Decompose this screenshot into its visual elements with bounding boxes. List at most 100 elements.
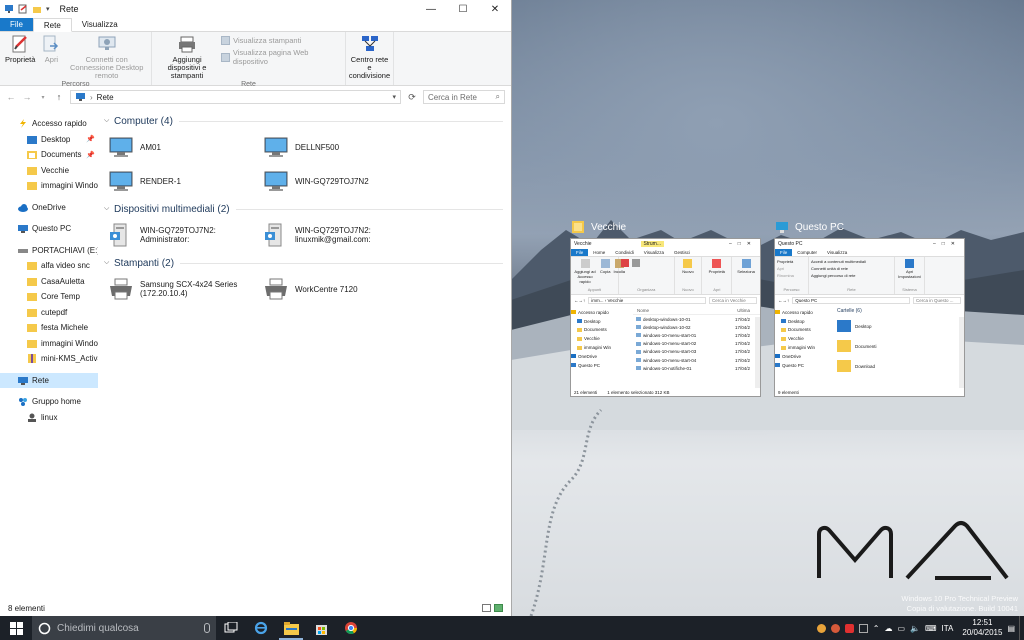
nav-casa[interactable]: CasaAuletta: [0, 274, 98, 290]
thumb-tab: File: [775, 249, 793, 256]
refresh-icon[interactable]: ⟳: [407, 92, 417, 103]
view-printers-button[interactable]: Visualizza stampanti: [221, 36, 342, 45]
settings-icon: [905, 259, 914, 268]
nav-cutepdf[interactable]: cutepdf: [0, 305, 98, 321]
watermark-line: Windows 10 Pro Technical Preview: [901, 594, 1018, 603]
group-header-multimedia[interactable]: ⌵ Dispositivi multimediali (2): [104, 200, 511, 218]
new-folder-icon[interactable]: [32, 4, 42, 14]
back-arrow-icon[interactable]: ←: [6, 92, 16, 102]
notification-center-icon[interactable]: ▤: [1007, 624, 1015, 633]
search-placeholder: Cerca in Rete: [428, 92, 477, 102]
nav-immagini[interactable]: immagini Window: [0, 178, 98, 194]
language-indicator[interactable]: ITA: [942, 624, 954, 633]
thumb-file-row: windows-10-menu-start-04 17/04/2: [633, 356, 760, 364]
thumb-file-row: windows-10-menu-start-01 17/04/2: [633, 331, 760, 339]
tab-visualizza[interactable]: Visualizza: [72, 18, 128, 31]
printer-item[interactable]: Samsung SCX-4x24 Series (172.20.10.4): [108, 272, 263, 306]
remote-desktop-button[interactable]: Connetti con Connessione Desktop remoto: [65, 34, 148, 80]
nav-desktop[interactable]: Desktop 📌: [0, 132, 98, 148]
homegroup-icon: [19, 398, 27, 407]
address-dropdown-icon[interactable]: ▾: [392, 93, 396, 101]
volume-icon[interactable]: 🔈: [910, 624, 920, 633]
thumb-btn: Proprietà: [708, 269, 725, 274]
properties-icon[interactable]: [18, 4, 28, 14]
recent-dropdown-icon[interactable]: ▾: [38, 94, 48, 101]
nav-questo-pc[interactable]: Questo PC: [0, 221, 98, 237]
taskview-label-vecchie[interactable]: Vecchie: [571, 220, 626, 234]
address-box[interactable]: › Rete ▾: [70, 90, 401, 104]
keyboard-icon[interactable]: ⌨: [925, 624, 937, 633]
taskbar-ie[interactable]: [246, 616, 276, 640]
tray-app-icon[interactable]: [844, 623, 854, 633]
network-tray-icon[interactable]: ▭: [897, 624, 905, 633]
large-icons-view-icon[interactable]: [494, 604, 503, 612]
printer-item[interactable]: WorkCentre 7120: [263, 272, 418, 306]
nav-immagini2[interactable]: immagini Window: [0, 336, 98, 352]
start-button[interactable]: [0, 616, 32, 640]
show-hidden-icons-icon[interactable]: ⌃: [873, 624, 880, 633]
nav-onedrive[interactable]: OneDrive: [0, 200, 98, 216]
tray-app-icon[interactable]: [830, 623, 840, 633]
group-header-computer[interactable]: ⌵ Computer (4): [104, 112, 511, 130]
taskview-label-questopc[interactable]: Questo PC: [775, 220, 844, 234]
onedrive-tray-icon[interactable]: ☁: [884, 624, 892, 633]
taskbar-explorer[interactable]: [276, 616, 306, 640]
details-view-icon[interactable]: [482, 604, 491, 612]
cortana-search[interactable]: Chiedimi qualcosa: [32, 616, 216, 640]
thumb-tab: Home: [593, 250, 606, 255]
media-device-item[interactable]: WIN-GQ729TOJ7N2: Administrator:: [108, 218, 263, 252]
maximize-button[interactable]: ☐: [447, 0, 479, 18]
tray-app-icon[interactable]: [858, 623, 868, 633]
nav-gruppo-home[interactable]: Gruppo home: [0, 394, 98, 410]
properties-button[interactable]: Proprietà: [3, 34, 37, 64]
thumb-nav-item: Vecchie: [571, 334, 633, 343]
taskview-thumb-questopc[interactable]: Questo PC –□✕ File Computer Visualizza P…: [774, 238, 965, 397]
tab-file[interactable]: File: [0, 18, 33, 31]
up-arrow-icon[interactable]: ↑: [54, 92, 64, 102]
close-button[interactable]: ✕: [479, 0, 511, 18]
task-view-button[interactable]: [216, 616, 246, 640]
add-devices-button[interactable]: Aggiungi dispositivi e stampanti: [155, 34, 219, 80]
tray-app-icon[interactable]: [816, 623, 826, 633]
thumb-group-label: Sistema: [902, 287, 917, 292]
computer-item[interactable]: RENDER-1: [108, 164, 263, 198]
computer-item[interactable]: WIN-GQ729TOJ7N2: [263, 164, 418, 198]
taskbar-store[interactable]: [306, 616, 336, 640]
computer-item[interactable]: AM01: [108, 130, 263, 164]
clock[interactable]: 12:51 20/04/2015: [962, 618, 1002, 638]
nav-alfa[interactable]: alfa video snc: [0, 258, 98, 274]
minimize-button[interactable]: —: [415, 0, 447, 18]
delete-icon: [621, 259, 629, 267]
view-web-page-button[interactable]: Visualizza pagina Web dispositivo: [221, 48, 342, 66]
window-title: Rete: [59, 4, 79, 14]
nav-documents[interactable]: Documents 📌: [0, 147, 98, 163]
qa-dropdown-icon[interactable]: ▾: [46, 5, 50, 13]
group-header-stampanti[interactable]: ⌵ Stampanti (2): [104, 254, 511, 272]
microphone-icon[interactable]: [204, 623, 210, 633]
add-devices-label: Aggiungi dispositivi e stampanti: [167, 55, 207, 80]
taskbar-chrome[interactable]: [336, 616, 366, 640]
ribbon-group-rete: Aggiungi dispositivi e stampanti Visuali…: [152, 32, 346, 88]
forward-arrow-icon[interactable]: →: [22, 92, 32, 102]
nav-core[interactable]: Core Temp: [0, 289, 98, 305]
nav-festa[interactable]: festa Michele: [0, 320, 98, 336]
nav-portachiavi[interactable]: PORTACHIAVI (E:): [0, 243, 98, 259]
taskview-thumb-vecchie[interactable]: Vecchie Strum... –□✕ File Home Condividi…: [570, 238, 761, 397]
nav-rete[interactable]: Rete: [0, 372, 98, 388]
thumb-btn: Apri Impostazioni: [898, 269, 921, 279]
thumb-tab: File: [571, 249, 589, 256]
media-device-item[interactable]: WIN-GQ729TOJ7N2: linuxmik@gmail.com:: [263, 218, 418, 252]
open-button[interactable]: Apri: [39, 34, 63, 64]
nav-label: Documents: [41, 150, 82, 160]
network-center-button[interactable]: Centro rete e condivisione: [347, 34, 392, 80]
nav-vecchie[interactable]: Vecchie: [0, 163, 98, 179]
clock-time: 12:51: [972, 618, 993, 627]
show-desktop-button[interactable]: [1019, 616, 1024, 640]
computer-item[interactable]: DELLNF500: [263, 130, 418, 164]
nav-minikms[interactable]: mini-KMS_Activat: [0, 351, 98, 367]
nav-linux[interactable]: linux: [0, 410, 98, 426]
nav-accesso-rapido[interactable]: Accesso rapido: [0, 116, 98, 132]
search-input[interactable]: Cerca in Rete ⌕: [423, 90, 505, 104]
collapse-chevron-icon: ⌵: [104, 117, 110, 124]
tab-rete[interactable]: Rete: [32, 18, 72, 32]
